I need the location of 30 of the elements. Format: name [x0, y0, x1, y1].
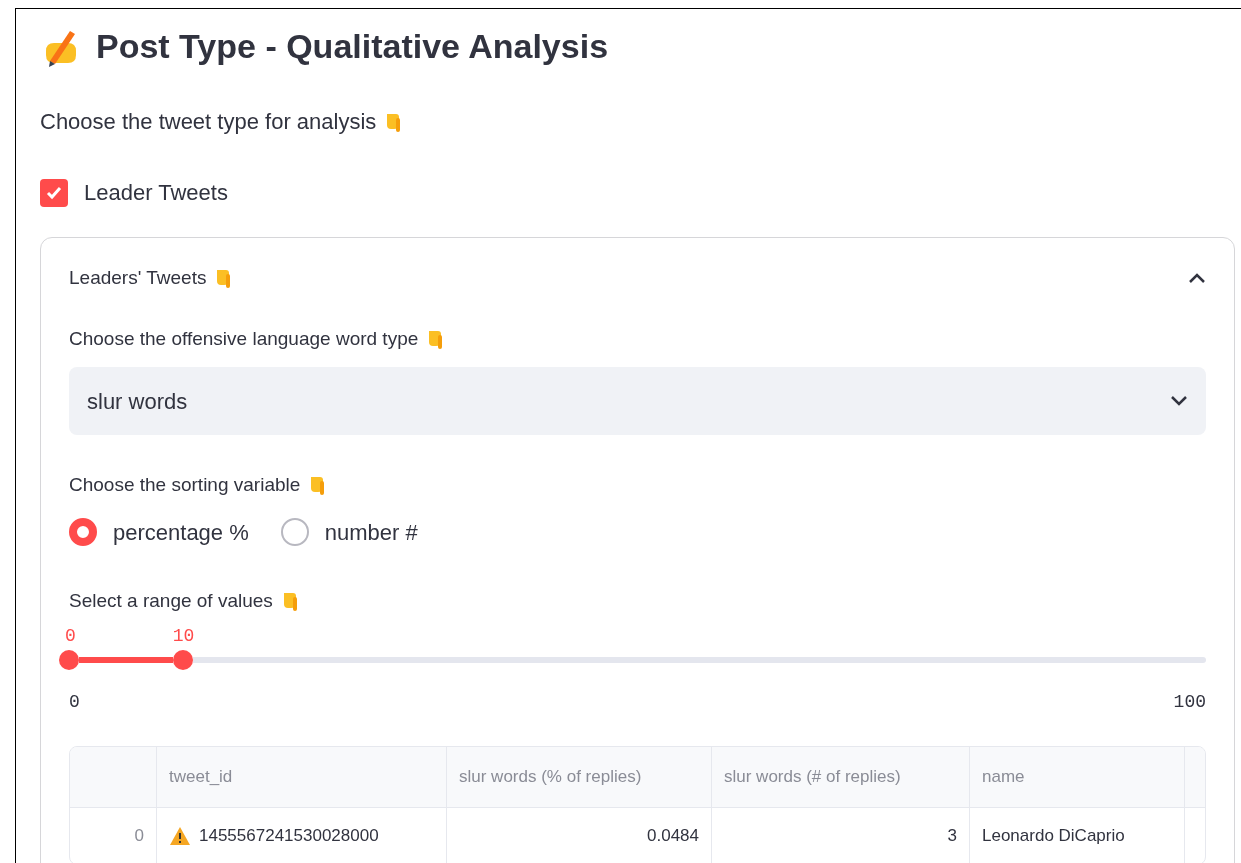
expander-title[interactable]: Leaders' Tweets [69, 264, 207, 293]
radio-button[interactable] [69, 518, 97, 546]
intro-text: Choose the tweet type for analysis [40, 108, 377, 136]
dropdown-select[interactable]: slur words [69, 367, 1206, 435]
radio-button[interactable] [280, 518, 309, 546]
table-cell: 3 [712, 808, 970, 863]
table-cell: Leonardo DiCaprio [970, 808, 1185, 863]
checkbox-label: Leader Tweets [84, 179, 228, 207]
chevron-down-icon [1170, 395, 1188, 407]
radio-option-label: number # [324, 518, 418, 547]
row-index: 0 [70, 808, 157, 863]
column-header[interactable]: tweet_id [157, 747, 447, 807]
radio-label: Choose the sorting variable [69, 473, 301, 497]
table-cell: 1455567241530028000 [157, 808, 447, 863]
slider-value: 10 [172, 625, 195, 648]
slider-thumb[interactable] [59, 650, 79, 670]
column-header[interactable]: slur words (% of replies) [447, 747, 712, 807]
select-label: Choose the offensive language word type [69, 326, 419, 351]
column-header[interactable]: slur words (# of replies) [712, 747, 970, 807]
slider-max-label: 100 [1173, 691, 1206, 714]
chevron-icon[interactable] [1188, 272, 1206, 285]
checkbox[interactable] [40, 178, 68, 207]
radio-option-label: percentage % [113, 518, 249, 547]
slider-label: Select a range of values [69, 588, 273, 613]
page-title: Post Type - Qualitative Analysis [96, 26, 609, 67]
table-cell: 0.0484 [447, 808, 712, 863]
column-header[interactable]: name [970, 747, 1185, 807]
slider-thumb[interactable] [172, 650, 193, 670]
slider-value: 0 [65, 625, 76, 648]
slider-min-label: 0 [69, 691, 80, 714]
